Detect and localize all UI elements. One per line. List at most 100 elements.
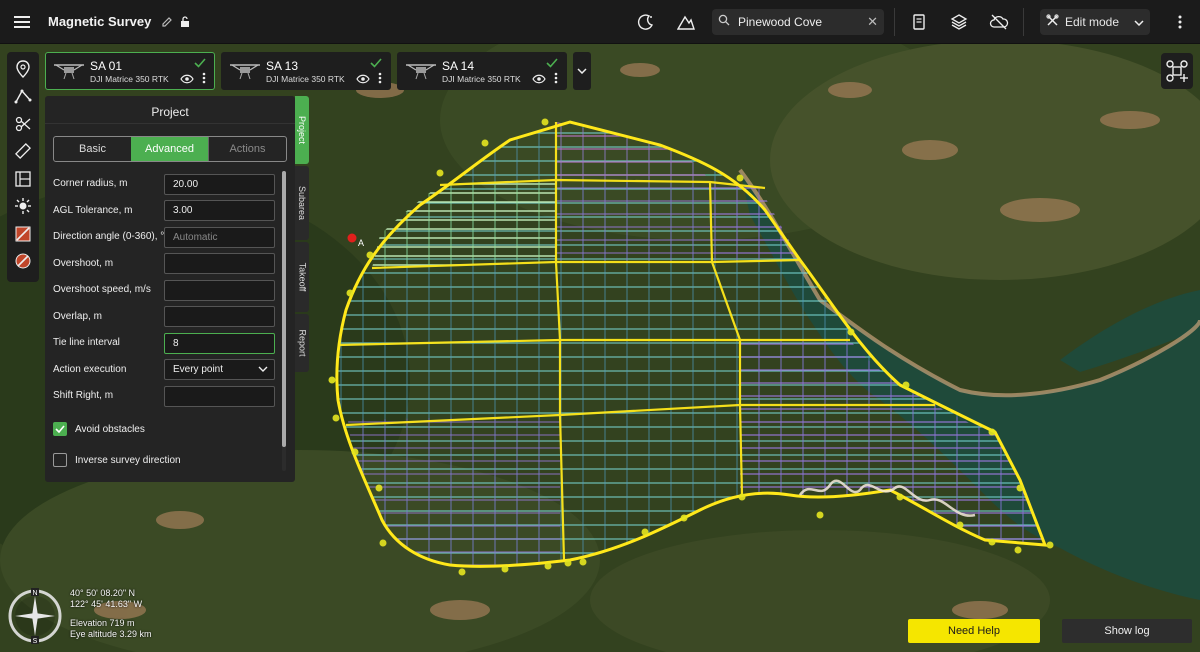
- close-icon[interactable]: ✕: [867, 14, 878, 30]
- mountain-icon[interactable]: [666, 0, 706, 44]
- drone-icon: [228, 59, 262, 88]
- search-box[interactable]: ✕: [712, 9, 884, 35]
- restricted-area-icon[interactable]: [9, 248, 37, 276]
- field-overshoot-speed: Overshoot speed, m/s: [53, 277, 278, 304]
- more-vert-icon[interactable]: [554, 71, 558, 89]
- inverse-direction-label: Inverse survey direction: [75, 454, 181, 466]
- search-icon: [718, 13, 730, 31]
- tab-actions[interactable]: Actions: [208, 137, 286, 161]
- more-vert-icon[interactable]: [202, 71, 206, 89]
- lock-icon[interactable]: [179, 15, 191, 28]
- position-readout: 40° 50' 08.20" N 122° 45' 41.63" W Eleva…: [70, 588, 152, 640]
- drone-model: DJI Matrice 350 RTK: [266, 74, 345, 84]
- direction-angle-label: Direction angle (0-360), °: [53, 231, 165, 243]
- overlap-input[interactable]: [164, 306, 275, 328]
- avoid-obstacles-row: Avoid obstacles: [53, 414, 278, 445]
- left-toolbar: [7, 52, 39, 282]
- document-icon[interactable]: [899, 0, 939, 44]
- chevron-down-icon: [258, 364, 268, 375]
- shift-right-label: Shift Right, m: [53, 390, 114, 402]
- drone-model: DJI Matrice 350 RTK: [442, 74, 521, 84]
- tab-project-label: Project: [297, 115, 308, 145]
- drone-name: SA 14: [442, 59, 475, 73]
- ruler-icon[interactable]: [9, 138, 37, 166]
- scissors-icon[interactable]: [9, 110, 37, 138]
- overshoot-label: Overshoot, m: [53, 257, 114, 269]
- search-input[interactable]: [736, 14, 858, 30]
- drone-cards: SA 01 DJI Matrice 350 RTK SA 13 DJI Matr…: [45, 52, 591, 90]
- tab-basic[interactable]: Basic: [54, 137, 131, 161]
- grid-report-icon[interactable]: [9, 165, 37, 193]
- layers-icon[interactable]: [939, 0, 979, 44]
- corner-radius-input[interactable]: 20.00: [164, 173, 275, 195]
- field-action-execution: Action execution Every point: [53, 357, 278, 384]
- inverse-direction-checkbox[interactable]: [53, 453, 67, 467]
- tie-line-interval-label: Tie line interval: [53, 337, 120, 349]
- location-pin-icon[interactable]: [9, 55, 37, 83]
- show-log-button[interactable]: Show log: [1062, 619, 1192, 643]
- tab-project[interactable]: Project: [295, 96, 309, 164]
- more-vert-icon[interactable]: [1160, 0, 1200, 44]
- overshoot-input[interactable]: [164, 253, 275, 275]
- polyline-icon[interactable]: [9, 83, 37, 111]
- edit-mode-dropdown[interactable]: Edit mode: [1040, 9, 1150, 35]
- more-vert-icon[interactable]: [378, 71, 382, 89]
- avoid-obstacles-checkbox[interactable]: [53, 422, 67, 436]
- drone-card[interactable]: SA 13 DJI Matrice 350 RTK: [221, 52, 391, 90]
- tab-subarea[interactable]: Subarea: [295, 166, 309, 240]
- overshoot-speed-label: Overshoot speed, m/s: [53, 284, 151, 296]
- takeoff-marker-label: A: [358, 238, 364, 248]
- edit-mode-label: Edit mode: [1065, 15, 1120, 29]
- pencil-icon[interactable]: [161, 16, 173, 28]
- chevron-down-icon: [1134, 15, 1144, 29]
- chevron-down-icon[interactable]: [573, 52, 591, 90]
- field-direction-angle: Direction angle (0-360), ° Automatic: [53, 224, 278, 251]
- shift-right-input[interactable]: [164, 385, 275, 407]
- latitude: 40° 50' 08.20" N: [70, 588, 136, 598]
- tab-report-label: Report: [297, 329, 308, 357]
- tab-report[interactable]: Report: [295, 314, 309, 372]
- cloud-off-icon[interactable]: [979, 0, 1019, 44]
- drone-icon: [52, 59, 86, 88]
- add-drone-icon[interactable]: [1161, 53, 1193, 89]
- agl-tolerance-label: AGL Tolerance, m: [53, 204, 133, 216]
- project-title: Magnetic Survey: [48, 14, 152, 29]
- eye-icon[interactable]: [356, 71, 370, 89]
- moon-stars-icon[interactable]: [626, 0, 666, 44]
- eye-icon[interactable]: [532, 71, 546, 89]
- no-fly-zone-icon[interactable]: [9, 220, 37, 248]
- svg-text:S: S: [33, 638, 38, 644]
- scrollbar-thumb[interactable]: [282, 171, 286, 447]
- corner-radius-label: Corner radius, m: [53, 178, 128, 190]
- obstacle-icon[interactable]: [9, 193, 37, 221]
- side-tabs: Project Subarea Takeoff Report: [295, 96, 309, 374]
- field-tie-line-interval: Tie line interval 8: [53, 330, 278, 357]
- field-overlap: Overlap, m: [53, 304, 278, 331]
- svg-text:N: N: [32, 590, 37, 597]
- compass-icon[interactable]: N S: [7, 588, 63, 645]
- menu-icon[interactable]: [0, 0, 44, 44]
- overshoot-speed-input[interactable]: [164, 279, 275, 301]
- drone-model: DJI Matrice 350 RTK: [90, 74, 169, 84]
- tab-advanced[interactable]: Advanced: [131, 137, 208, 161]
- divider: [1023, 8, 1024, 36]
- tie-line-interval-input[interactable]: 8: [164, 332, 275, 354]
- drone-card[interactable]: SA 01 DJI Matrice 350 RTK: [45, 52, 215, 90]
- action-execution-value: Every point: [173, 364, 224, 376]
- direction-angle-input[interactable]: Automatic: [164, 226, 275, 248]
- need-help-button[interactable]: Need Help: [908, 619, 1040, 643]
- panel-scrollbar[interactable]: [282, 171, 286, 471]
- tab-takeoff[interactable]: Takeoff: [295, 242, 309, 312]
- top-bar: Magnetic Survey ✕: [0, 0, 1200, 44]
- drone-icon: [404, 59, 438, 88]
- tools-icon: [1046, 14, 1059, 30]
- drone-card[interactable]: SA 14 DJI Matrice 350 RTK: [397, 52, 567, 90]
- eye-icon[interactable]: [180, 71, 194, 89]
- agl-tolerance-input[interactable]: 3.00: [164, 200, 275, 222]
- avoid-obstacles-label: Avoid obstacles: [75, 423, 145, 435]
- advanced-form: Corner radius, m 20.00 AGL Tolerance, m …: [53, 171, 278, 476]
- drone-name: SA 13: [266, 59, 299, 73]
- field-agl-tolerance: AGL Tolerance, m 3.00: [53, 198, 278, 225]
- action-execution-select[interactable]: Every point: [164, 359, 275, 381]
- tab-takeoff-label: Takeoff: [297, 262, 308, 292]
